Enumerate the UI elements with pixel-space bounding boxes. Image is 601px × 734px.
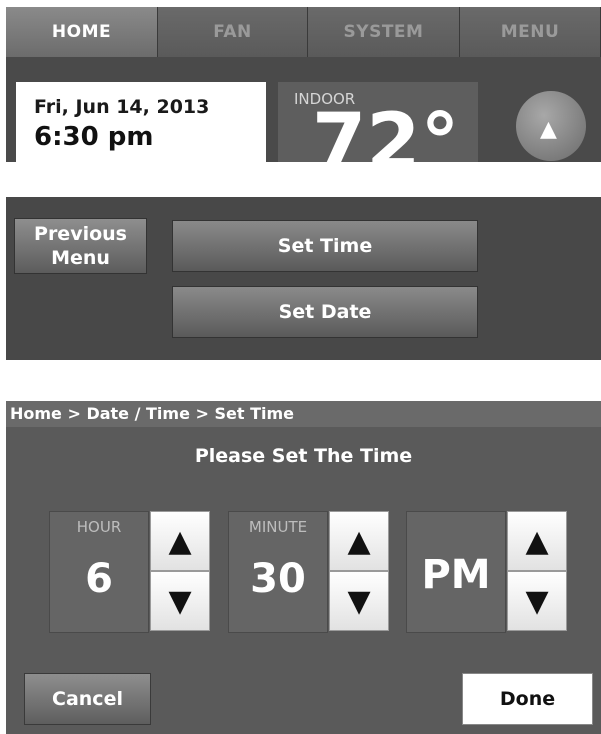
date-text: Fri, Jun 14, 2013 [34, 96, 210, 118]
hour-down-button[interactable]: ▼ [150, 571, 210, 631]
tab-system[interactable]: SYSTEM [308, 7, 460, 57]
minute-label: MINUTE [248, 518, 308, 536]
ampm-value: PM [421, 552, 491, 598]
date-time-display[interactable]: Fri, Jun 14, 2013 6:30 pm [16, 82, 266, 162]
hour-label: HOUR [76, 518, 122, 536]
ampm-up-button[interactable]: ▲ [507, 511, 567, 571]
up-arrow-icon: ▲ [540, 117, 557, 142]
temp-up-button[interactable]: ▲ [516, 91, 586, 161]
up-arrow-icon: ▲ [347, 523, 371, 559]
set-time-panel: Home > Date / Time > Set Time Please Set… [6, 401, 601, 734]
hour-value: 6 [85, 556, 113, 602]
tab-home[interactable]: HOME [6, 7, 158, 57]
up-arrow-icon: ▲ [168, 523, 192, 559]
ampm-field: PM [406, 511, 506, 633]
minute-down-button[interactable]: ▼ [329, 571, 389, 631]
hour-field: HOUR 6 [49, 511, 149, 633]
tab-menu[interactable]: MENU [460, 7, 601, 57]
up-arrow-icon: ▲ [525, 523, 549, 559]
cancel-button[interactable]: Cancel [24, 673, 151, 725]
indoor-temp-value: 72° [312, 98, 460, 162]
hour-up-button[interactable]: ▲ [150, 511, 210, 571]
minute-value: 30 [250, 556, 306, 602]
down-arrow-icon: ▼ [347, 583, 371, 619]
down-arrow-icon: ▼ [525, 583, 549, 619]
minute-field: MINUTE 30 [228, 511, 328, 633]
set-date-button[interactable]: Set Date [172, 286, 478, 338]
ampm-down-button[interactable]: ▼ [507, 571, 567, 631]
previous-menu-label-line2: Menu [51, 247, 110, 269]
previous-menu-label-line1: Previous [34, 223, 127, 245]
home-screen-panel: HOME FAN SYSTEM MENU Fri, Jun 14, 2013 6… [6, 7, 601, 162]
minute-up-button[interactable]: ▲ [329, 511, 389, 571]
time-text: 6:30 pm [34, 122, 154, 152]
breadcrumb: Home > Date / Time > Set Time [6, 401, 601, 427]
indoor-temperature-display: INDOOR 72° [278, 82, 478, 162]
done-button[interactable]: Done [462, 673, 593, 725]
down-arrow-icon: ▼ [168, 583, 192, 619]
tab-bar: HOME FAN SYSTEM MENU [6, 7, 601, 57]
previous-menu-button[interactable]: Previous Menu [14, 218, 147, 274]
date-time-menu-panel: Previous Menu Set Time Set Date [6, 197, 601, 360]
tab-fan[interactable]: FAN [158, 7, 308, 57]
set-time-button[interactable]: Set Time [172, 220, 478, 272]
page-title: Please Set The Time [194, 445, 413, 467]
